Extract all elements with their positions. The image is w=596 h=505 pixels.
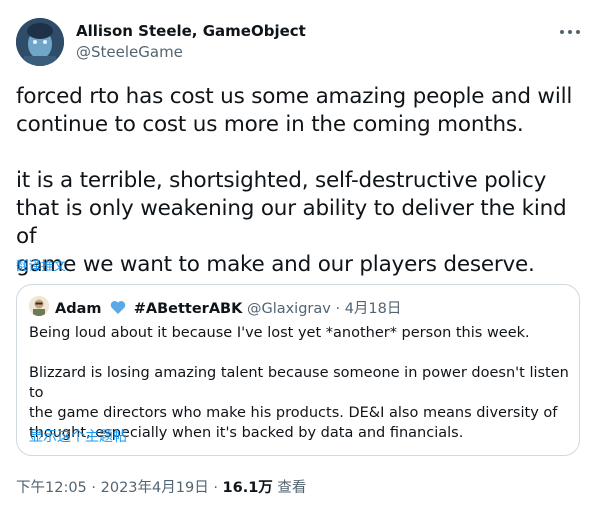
meta-separator: · [213,480,218,496]
tweet-meta: 下午12:05 · 2023年4月19日 · 16.1万 查看 [16,476,306,497]
views-label: 查看 [277,480,307,496]
author-avatar[interactable] [16,18,64,66]
quote-date[interactable]: 4月18日 [345,301,402,317]
author-handle[interactable]: @SteeleGame [76,43,183,61]
avatar-image [16,18,64,66]
quote-avatar [29,296,49,316]
more-options-icon[interactable] [560,26,580,38]
tweet-text: forced rto has cost us some amazing peop… [16,84,573,277]
quote-text: Being loud about it because I've lost ye… [29,325,569,441]
quote-author-hashtag: #ABetterABK [133,301,243,317]
tweet-time[interactable]: 下午12:05 [16,480,87,496]
quoted-tweet[interactable]: Adam #ABetterABK @Glaxigrav · 4月18日 Bein… [16,284,580,456]
blue-heart-icon [110,301,126,314]
quote-separator: · [335,301,341,317]
author-name[interactable]: Allison Steele, GameObject [76,22,306,40]
quote-author-handle: @Glaxigrav [246,301,331,317]
views-count: 16.1万 [222,480,273,496]
more-dot [560,30,564,34]
quote-author-name[interactable]: Adam [55,301,102,317]
translate-tweet-link[interactable]: 翻译推文 [16,255,66,274]
more-dot [568,30,572,34]
more-dot [576,30,580,34]
meta-separator: · [91,480,97,496]
quote-avatar-image [29,296,49,316]
quote-header: Adam #ABetterABK @Glaxigrav · 4月18日 [55,297,401,318]
tweet-date[interactable]: 2023年4月19日 [101,480,209,496]
show-thread-link[interactable]: 显示这个主题帖 [29,426,127,446]
